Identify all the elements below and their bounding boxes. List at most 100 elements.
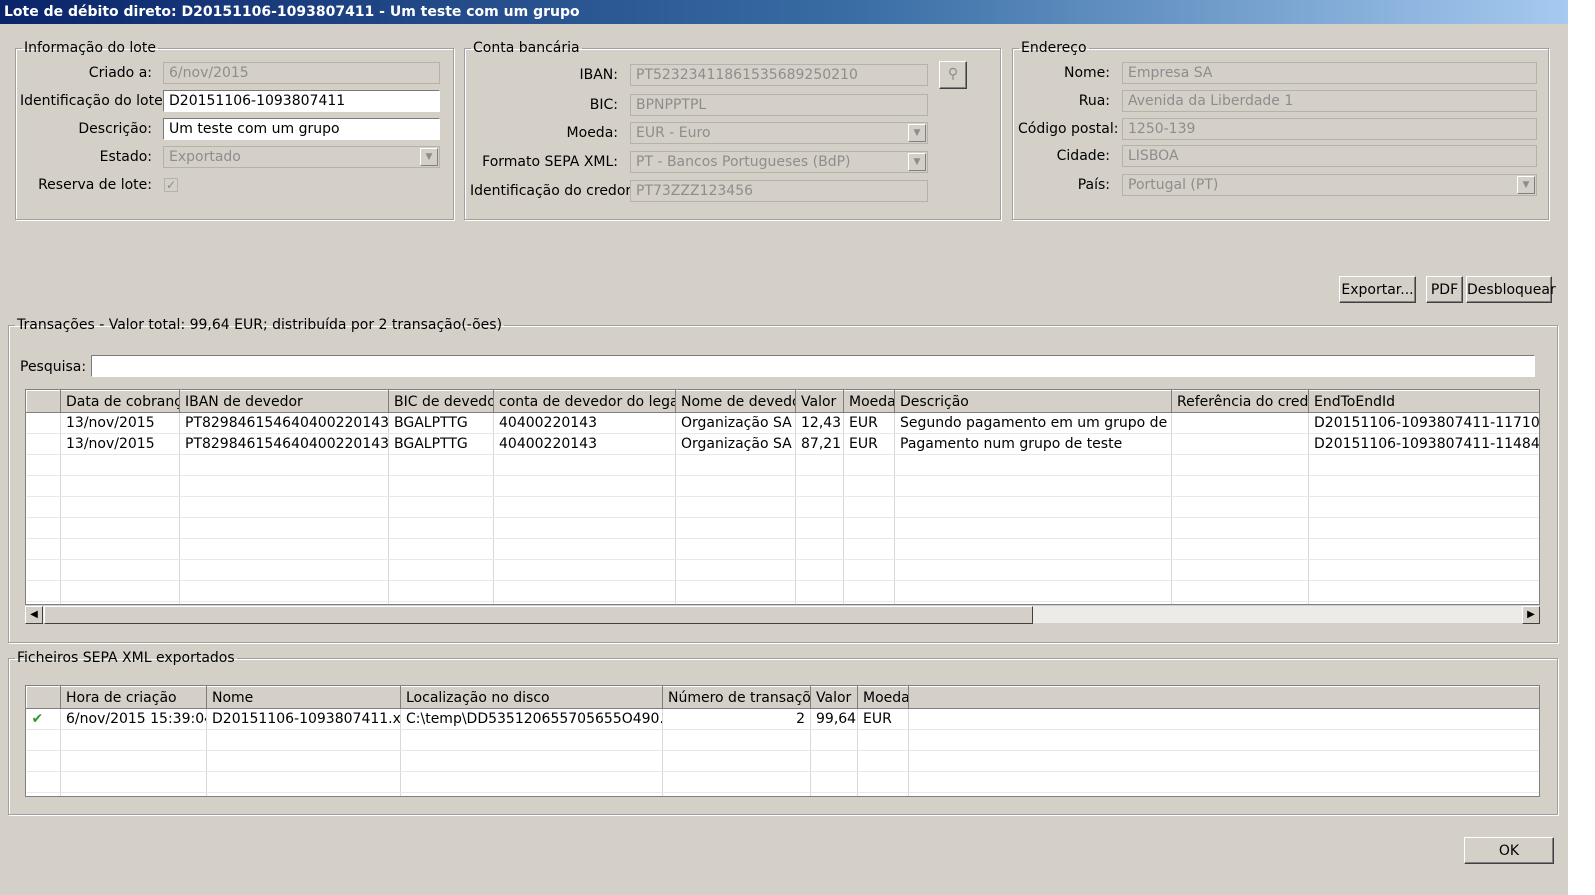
batch-id-field[interactable]	[163, 90, 440, 112]
tx-column-header[interactable]: BIC de devedor	[388, 390, 494, 413]
description-field[interactable]	[163, 118, 440, 140]
tx-column-header[interactable]	[26, 390, 61, 413]
fx-column-header[interactable]: Moeda	[857, 686, 909, 709]
tx-column-header[interactable]: IBAN de devedor	[179, 390, 389, 413]
created-value: 6/nov/2015	[169, 65, 249, 81]
street-field: Avenida da Liberdade 1	[1122, 90, 1537, 112]
fx-column-header[interactable]	[908, 686, 1539, 709]
tx-column-header[interactable]: conta de devedor do legado	[493, 390, 676, 413]
search-field[interactable]	[91, 355, 1535, 377]
table-cell	[206, 750, 401, 772]
empty-row	[26, 580, 1539, 602]
table-cell	[26, 538, 61, 560]
table-cell	[493, 454, 676, 476]
table-cell	[493, 517, 676, 539]
checkmark-icon: ✔	[26, 708, 61, 730]
table-cell: Segundo pagamento em um grupo de teste	[894, 412, 1172, 434]
pdf-button[interactable]: PDF	[1426, 276, 1463, 303]
table-cell	[1171, 559, 1309, 581]
table-cell	[857, 750, 909, 772]
table-cell: EUR	[857, 708, 909, 730]
currency-select: EUR - Euro ▼	[630, 122, 928, 144]
table-cell	[400, 792, 663, 796]
empty-row	[26, 517, 1539, 539]
sepa-format-value: PT - Bancos Portugueses (BdP)	[636, 154, 851, 170]
table-cell	[1171, 538, 1309, 560]
empty-row	[26, 559, 1539, 581]
table-cell: 13/nov/2015	[60, 433, 180, 455]
created-field: 6/nov/2015	[163, 62, 440, 84]
bic-field: BPNPPTPL	[630, 94, 928, 116]
tx-column-header[interactable]: Referência do credor	[1171, 390, 1309, 413]
exported-files-table-wrap: Hora de criação Nome Localização no disco N…	[25, 685, 1540, 797]
table-cell	[662, 771, 811, 793]
fx-column-header[interactable]: Valor	[810, 686, 858, 709]
tx-column-header[interactable]: Descrição	[894, 390, 1172, 413]
table-cell	[179, 538, 389, 560]
table-cell	[675, 496, 796, 518]
unlock-button[interactable]: Desbloquear	[1466, 276, 1556, 303]
scroll-right-icon[interactable]: ▶	[1522, 606, 1540, 624]
table-cell	[26, 433, 61, 455]
table-cell	[493, 475, 676, 497]
table-cell	[1308, 454, 1539, 476]
table-cell: 2	[662, 708, 811, 730]
tx-column-header[interactable]: Moeda	[843, 390, 895, 413]
export-button[interactable]: Exportar...	[1339, 276, 1416, 303]
table-cell	[857, 729, 909, 751]
batch-id-label: Identificação do lote:	[20, 93, 168, 109]
table-row[interactable]: 13/nov/2015 PT82984615464040022014317 BGAL…	[26, 412, 1539, 434]
table-cell: Pagamento num grupo de teste	[894, 433, 1172, 455]
table-cell	[206, 771, 401, 793]
table-cell	[60, 792, 207, 796]
created-label: Criado a:	[88, 65, 152, 81]
scroll-left-icon[interactable]: ◀	[25, 606, 43, 624]
table-cell	[1308, 580, 1539, 602]
street-label: Rua:	[1078, 93, 1110, 109]
table-cell	[388, 517, 494, 539]
table-row[interactable]: 13/nov/2015 PT82984615464040022014317 BGAL…	[26, 433, 1539, 455]
table-cell	[493, 580, 676, 602]
description-input[interactable]	[169, 119, 439, 139]
tx-column-header[interactable]: Nome de devedor	[675, 390, 796, 413]
iban-lookup-button[interactable]: ⚲	[939, 61, 967, 89]
table-cell	[60, 538, 180, 560]
country-value: Portugal (PT)	[1128, 177, 1219, 193]
table-cell: EUR	[843, 412, 895, 434]
table-cell	[908, 792, 1539, 796]
search-input[interactable]	[97, 356, 1534, 376]
scroll-thumb[interactable]	[44, 606, 1033, 624]
batch-id-input[interactable]	[169, 91, 439, 111]
table-cell: 99,64	[810, 708, 858, 730]
table-cell	[894, 538, 1172, 560]
currency-value: EUR - Euro	[636, 125, 711, 141]
table-cell	[857, 771, 909, 793]
reserve-label: Reserva de lote:	[38, 177, 152, 193]
ok-button[interactable]: OK	[1464, 837, 1554, 864]
tx-column-header[interactable]: Valor	[795, 390, 844, 413]
fx-column-header[interactable]: Número de transações	[662, 686, 811, 709]
table-cell	[675, 538, 796, 560]
creditor-id-field: PT73ZZZ123456	[630, 180, 928, 202]
table-cell	[388, 475, 494, 497]
transactions-table: Data de cobrança IBAN de devedor BIC de de…	[26, 390, 1539, 604]
table-cell	[26, 454, 61, 476]
empty-row	[26, 750, 1539, 772]
table-cell: 12,43	[795, 412, 844, 434]
table-cell	[843, 538, 895, 560]
fx-column-header[interactable]: Localização no disco	[400, 686, 663, 709]
fx-column-header[interactable]: Nome	[206, 686, 401, 709]
tx-column-header[interactable]: Data de cobrança	[60, 390, 180, 413]
table-cell: BGALPTTG	[388, 412, 494, 434]
table-cell	[26, 729, 61, 751]
transactions-hscrollbar[interactable]: ◀ ▶	[25, 605, 1540, 624]
table-row[interactable]: ✔ 6/nov/2015 15:39:04 D20151106-1093807411…	[26, 708, 1539, 730]
postal-code-value: 1250-139	[1128, 121, 1196, 137]
fx-column-header[interactable]: Hora de criação	[60, 686, 207, 709]
creditor-id-value: PT73ZZZ123456	[636, 183, 754, 199]
tx-column-header[interactable]: EndToEndId	[1308, 390, 1539, 413]
fx-column-header[interactable]	[26, 686, 61, 709]
table-cell: 87,21	[795, 433, 844, 455]
sepa-format-select: PT - Bancos Portugueses (BdP) ▼	[630, 151, 928, 173]
table-cell	[843, 496, 895, 518]
